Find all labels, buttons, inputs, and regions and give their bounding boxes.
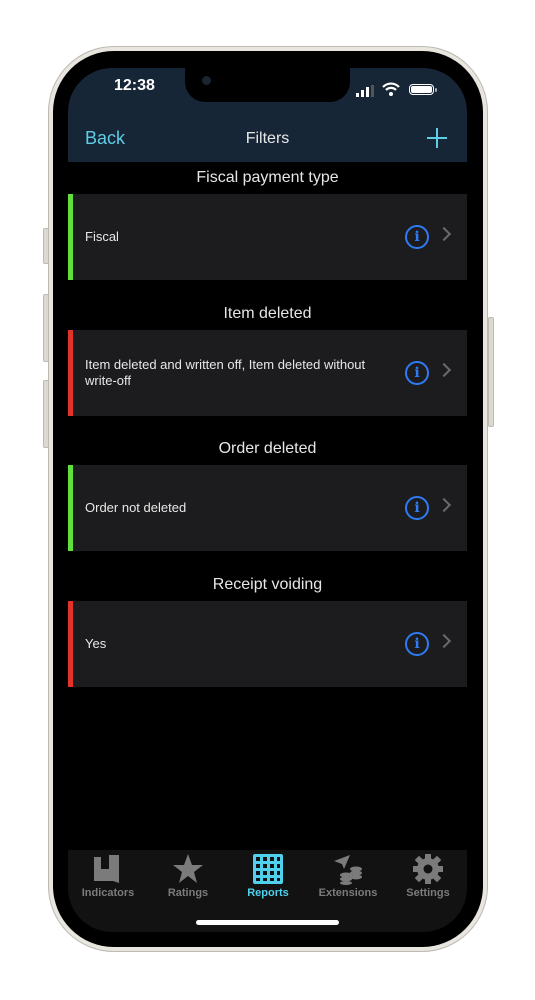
- status-indicator-bar: [68, 465, 73, 551]
- chevron-right-icon: [436, 497, 452, 513]
- tab-label: Reports: [247, 887, 289, 899]
- home-indicator[interactable]: [196, 920, 339, 925]
- filter-row[interactable]: Order not deleted i: [68, 465, 467, 551]
- signal-icon: [356, 85, 374, 97]
- tab-label: Extensions: [318, 887, 378, 899]
- filter-row[interactable]: Item deleted and written off, Item delet…: [68, 330, 467, 416]
- chevron-right-icon: [436, 362, 452, 378]
- filter-value: Item deleted and written off, Item delet…: [85, 357, 366, 388]
- section-title: Receipt voiding: [212, 576, 323, 593]
- info-icon[interactable]: i: [405, 225, 429, 249]
- screen: 12:38 Back Filters Fiscal payment type Fi…: [68, 68, 467, 932]
- status-indicator-bar: [68, 330, 73, 416]
- tab-settings[interactable]: Settings: [388, 850, 467, 910]
- nav-header: 12:38 Back Filters: [68, 68, 467, 162]
- status-indicator-bar: [68, 194, 73, 280]
- tab-label: Indicators: [81, 887, 135, 899]
- volume-up-button: [43, 294, 49, 362]
- camera-icon: [202, 76, 211, 85]
- plus-icon[interactable]: [427, 128, 447, 148]
- filter-value: Order not deleted: [85, 500, 187, 515]
- page-title: Filters: [245, 130, 290, 147]
- battery-icon: [409, 84, 437, 95]
- section-title: Item deleted: [223, 305, 312, 322]
- grid-icon: [253, 854, 283, 884]
- tab-label: Settings: [406, 887, 450, 899]
- extensions-icon: [334, 855, 362, 885]
- section-title: Order deleted: [218, 440, 317, 457]
- action-button: [43, 228, 49, 264]
- star-icon: [173, 854, 203, 883]
- gear-icon: [413, 854, 443, 884]
- filter-row[interactable]: Yes i: [68, 601, 467, 687]
- chevron-right-icon: [436, 226, 452, 242]
- tab-extensions[interactable]: Extensions: [308, 850, 388, 910]
- tab-reports[interactable]: Reports: [228, 850, 308, 910]
- tab-indicators[interactable]: Indicators: [68, 850, 148, 910]
- indicators-icon: [94, 855, 119, 883]
- tab-ratings[interactable]: Ratings: [148, 850, 228, 910]
- filter-value: Fiscal: [85, 229, 119, 244]
- tab-label: Ratings: [167, 887, 209, 899]
- wifi-icon: [382, 82, 400, 96]
- side-button: [488, 317, 494, 427]
- filter-row[interactable]: Fiscal i: [68, 194, 467, 280]
- section-title: Fiscal payment type: [196, 169, 339, 186]
- volume-down-button: [43, 380, 49, 448]
- status-indicator-bar: [68, 601, 73, 687]
- info-icon[interactable]: i: [405, 496, 429, 520]
- info-icon[interactable]: i: [405, 632, 429, 656]
- status-time: 12:38: [114, 77, 155, 94]
- info-icon[interactable]: i: [405, 361, 429, 385]
- chevron-right-icon: [436, 633, 452, 649]
- filter-value: Yes: [85, 636, 107, 651]
- dynamic-island: [185, 68, 350, 102]
